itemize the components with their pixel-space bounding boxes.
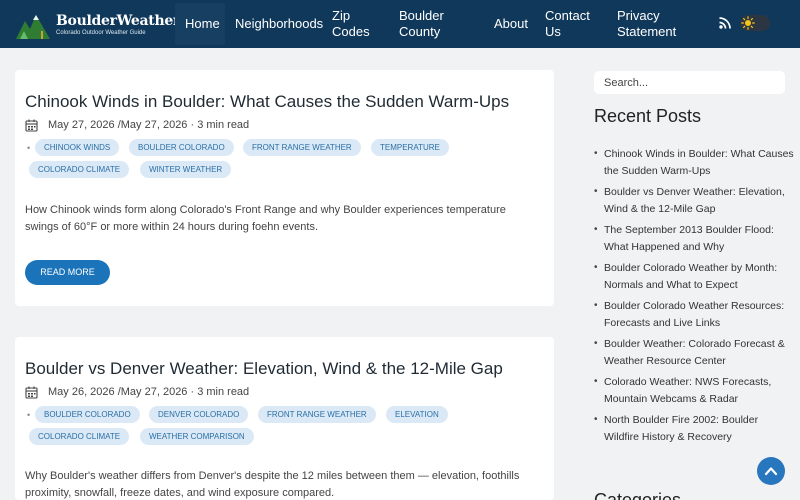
recent-post-link[interactable]: Boulder Colorado Weather by Month: Norma… <box>594 260 794 293</box>
post-meta: May 26, 2026 /May 27, 2026 · 3 min read <box>25 386 425 400</box>
tag[interactable]: BOULDER COLORADO <box>129 139 234 156</box>
tag[interactable]: COLORADO CLIMATE <box>29 428 130 445</box>
recent-post-link[interactable]: Boulder Weather: Colorado Forecast & Wea… <box>594 336 794 369</box>
calendar-icon <box>25 386 38 399</box>
tag[interactable]: ELEVATION <box>386 406 448 423</box>
tag[interactable]: WINTER WEATHER <box>140 161 232 178</box>
nav-privacy-statement[interactable]: Privacy Statement <box>617 8 679 40</box>
post-meta: May 27, 2026 /May 27, 2026 · 3 min read <box>25 119 425 133</box>
tag-bullet: • <box>27 410 31 420</box>
tag[interactable]: DENVER COLORADO <box>149 406 249 423</box>
recent-posts-list: Chinook Winds in Boulder: What Causes th… <box>594 146 794 450</box>
read-more-button[interactable]: READ MORE <box>25 260 110 285</box>
theme-toggle[interactable] <box>740 15 770 31</box>
post-excerpt: Why Boulder's weather differs from Denve… <box>25 470 520 499</box>
tag[interactable]: COLORADO CLIMATE <box>29 161 130 178</box>
recent-post-link[interactable]: The September 2013 Boulder Flood: What H… <box>594 222 794 255</box>
nav-neighborhoods[interactable]: Neighborhoods <box>235 16 323 32</box>
categories-heading: Categories <box>594 490 682 500</box>
logo-subtitle: Colorado Outdoor Weather Guide <box>56 30 146 36</box>
tag[interactable]: WEATHER COMPARISON <box>140 428 254 445</box>
post-title[interactable]: Boulder vs Denver Weather: Elevation, Wi… <box>25 359 503 379</box>
site-header: BoulderWeather.com Colorado Outdoor Weat… <box>0 0 800 48</box>
tag[interactable]: FRONT RANGE WEATHER <box>243 139 361 156</box>
post-card: Chinook Winds in Boulder: What Causes th… <box>15 70 554 306</box>
post-date: May 26, 2026 /May 27, 2026 · 3 min read <box>48 386 250 398</box>
nav-boulder-county[interactable]: Boulder County <box>399 8 457 40</box>
post-card: Boulder vs Denver Weather: Elevation, Wi… <box>15 337 554 500</box>
post-title[interactable]: Chinook Winds in Boulder: What Causes th… <box>25 92 509 112</box>
search-input[interactable] <box>594 71 785 94</box>
tag[interactable]: BOULDER COLORADO <box>35 406 140 423</box>
chevron-up-icon <box>764 467 778 476</box>
post-excerpt: How Chinook winds form along Colorado's … <box>25 204 506 233</box>
recent-post-link[interactable]: Boulder vs Denver Weather: Elevation, Wi… <box>594 184 794 217</box>
tag[interactable]: CHINOOK WINDS <box>35 139 120 156</box>
nav-home-label: Home <box>185 16 220 31</box>
recent-post-link[interactable]: Chinook Winds in Boulder: What Causes th… <box>594 146 794 179</box>
logo-mountains-icon <box>16 15 50 39</box>
recent-post-link[interactable]: Colorado Weather: NWS Forecasts, Mountai… <box>594 374 794 407</box>
recent-post-link[interactable]: North Boulder Fire 2002: Boulder Wildfir… <box>594 412 794 445</box>
scroll-to-top-button[interactable] <box>757 457 785 485</box>
nav-home[interactable]: Home <box>175 3 225 45</box>
tag[interactable]: TEMPERATURE <box>371 139 449 156</box>
calendar-icon <box>25 119 38 132</box>
rss-icon[interactable] <box>719 17 731 29</box>
site-logo[interactable]: BoulderWeather.com Colorado Outdoor Weat… <box>16 9 215 41</box>
tag[interactable]: FRONT RANGE WEATHER <box>258 406 376 423</box>
tag-bullet: • <box>27 143 31 153</box>
nav-zip-codes[interactable]: Zip Codes <box>332 8 372 40</box>
recent-posts-heading: Recent Posts <box>594 106 702 126</box>
post-date: May 27, 2026 /May 27, 2026 · 3 min read <box>48 119 250 131</box>
nav-contact-us[interactable]: Contact Us <box>545 8 591 40</box>
nav-about[interactable]: About <box>494 16 528 32</box>
recent-post-link[interactable]: Boulder Colorado Weather Resources: Fore… <box>594 298 794 331</box>
sun-icon <box>741 16 755 30</box>
